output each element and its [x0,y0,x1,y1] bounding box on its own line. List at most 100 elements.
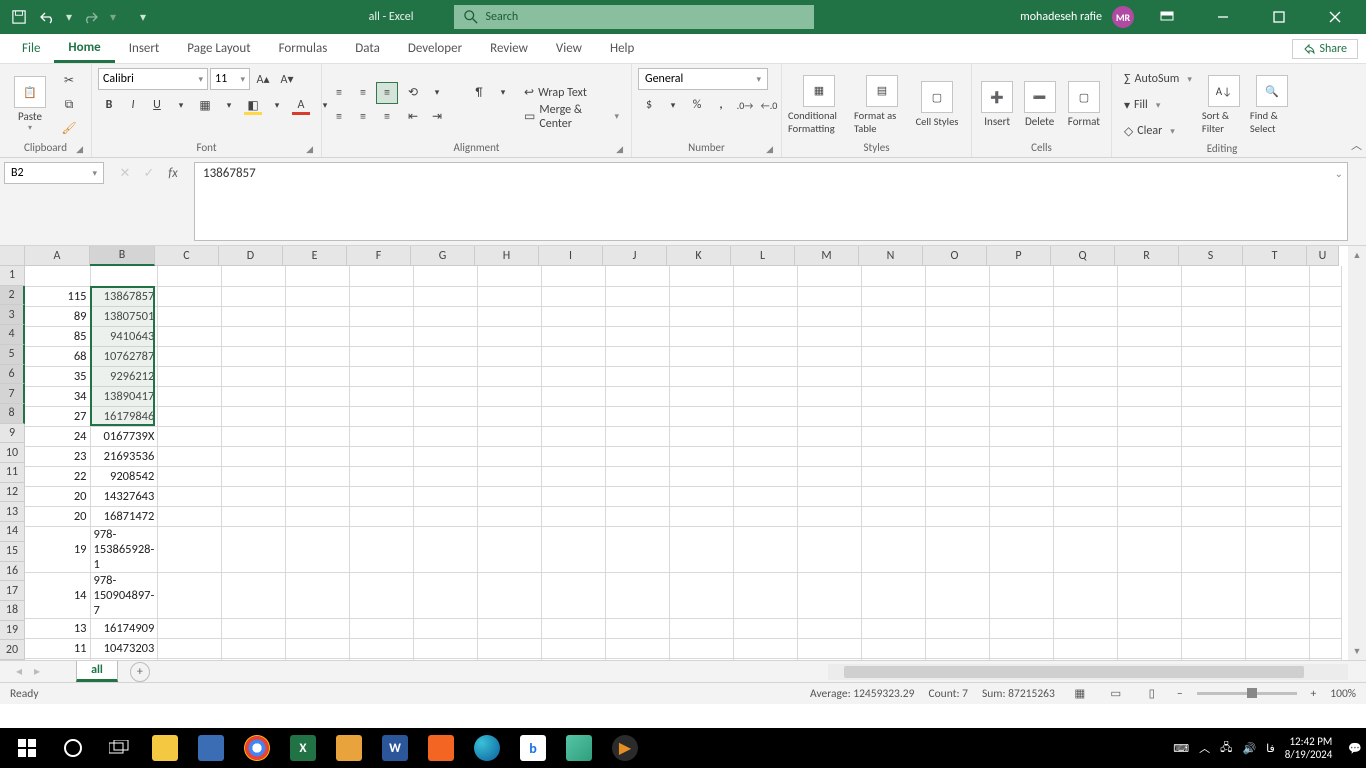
cell[interactable] [414,526,478,572]
cell[interactable] [1310,366,1342,386]
cell[interactable] [350,526,414,572]
cell[interactable]: 14327643 [90,486,158,506]
column-header-L[interactable]: L [731,246,795,266]
cell[interactable] [862,346,926,366]
taskbar-app3-icon[interactable] [418,728,464,768]
cell[interactable]: 13 [25,618,90,638]
cell[interactable] [90,266,158,286]
number-launcher-icon[interactable]: ◢ [766,144,773,155]
cell[interactable] [990,266,1054,286]
cell[interactable] [1054,266,1118,286]
cell[interactable] [862,326,926,346]
search-box[interactable]: Search [454,5,814,29]
cell[interactable] [1246,658,1310,660]
cell[interactable] [606,526,670,572]
cell[interactable] [1118,446,1182,466]
cell[interactable] [1182,526,1246,572]
cell[interactable] [734,658,798,660]
comma-format-icon[interactable]: , [710,94,732,116]
cell[interactable] [670,266,734,286]
cell[interactable] [158,286,222,306]
taskbar-app4-icon[interactable]: b [510,728,556,768]
cell[interactable] [1246,406,1310,426]
tab-home[interactable]: Home [54,34,114,63]
cell[interactable] [542,486,606,506]
cell[interactable] [926,658,990,660]
formula-bar-expand-icon[interactable]: ⌄ [1335,167,1343,180]
cell[interactable] [606,326,670,346]
cell[interactable]: 10473203 [90,638,158,658]
cell[interactable] [350,326,414,346]
cell[interactable]: 89 [25,306,90,326]
fill-button[interactable]: ▾Fill▾ [1118,94,1198,116]
align-middle-icon[interactable]: ≡ [352,82,374,104]
cell[interactable] [542,466,606,486]
cell[interactable] [286,618,350,638]
cell[interactable] [478,326,542,346]
cell[interactable] [542,638,606,658]
cell[interactable] [1118,466,1182,486]
cell[interactable] [1054,306,1118,326]
cell[interactable] [606,638,670,658]
insert-cells-button[interactable]: ➕Insert [978,72,1016,138]
cell[interactable] [926,286,990,306]
cell[interactable] [1246,446,1310,466]
cell[interactable] [670,638,734,658]
cell[interactable] [1054,426,1118,446]
cell[interactable] [1310,306,1342,326]
cell[interactable] [926,572,990,618]
vertical-scrollbar[interactable]: ▲ ▼ [1348,246,1366,660]
ribbon-display-icon[interactable] [1144,0,1190,34]
cell[interactable] [734,506,798,526]
cell[interactable] [926,526,990,572]
cell[interactable] [734,446,798,466]
save-icon[interactable] [8,6,30,28]
cell[interactable] [670,506,734,526]
cell[interactable] [414,366,478,386]
cell[interactable]: 10762787 [90,346,158,366]
cell[interactable] [862,618,926,638]
cell[interactable] [350,286,414,306]
cell[interactable] [286,406,350,426]
row-header[interactable]: 15 [0,542,25,562]
cell[interactable] [1182,266,1246,286]
cell[interactable] [414,572,478,618]
cell[interactable] [862,266,926,286]
increase-decimal-icon[interactable]: .0→ [734,94,756,116]
cell[interactable] [222,526,286,572]
zoom-slider[interactable] [1197,692,1297,695]
row-header[interactable]: 17 [0,581,25,601]
cell[interactable] [1118,406,1182,426]
cell[interactable] [1182,306,1246,326]
cell[interactable] [606,286,670,306]
column-header-R[interactable]: R [1115,246,1179,266]
cell[interactable] [478,426,542,446]
column-header-P[interactable]: P [987,246,1051,266]
cell[interactable] [606,346,670,366]
column-header-A[interactable]: A [25,246,90,266]
fill-color-dropdown-icon[interactable]: ▾ [266,94,288,116]
cell[interactable] [798,366,862,386]
cell[interactable] [990,386,1054,406]
cell[interactable] [1182,366,1246,386]
cell[interactable] [798,266,862,286]
copy-icon[interactable]: ⧉ [58,94,80,116]
cell[interactable]: 16871472 [90,506,158,526]
cell[interactable] [222,658,286,660]
cell[interactable] [222,406,286,426]
text-direction-dropdown-icon[interactable]: ▾ [492,82,514,104]
cell[interactable]: 9296212 [90,366,158,386]
cell[interactable] [926,466,990,486]
cell[interactable] [1118,326,1182,346]
cell[interactable] [286,486,350,506]
find-select-button[interactable]: 🔍Find & Select [1250,72,1294,138]
row-header[interactable]: 18 [0,601,25,621]
cell[interactable] [1054,446,1118,466]
cell[interactable] [1246,638,1310,658]
cell[interactable] [1118,266,1182,286]
underline-button[interactable]: U [146,94,168,116]
cell[interactable] [414,638,478,658]
cell[interactable] [1118,386,1182,406]
cell[interactable] [862,406,926,426]
cell[interactable] [606,366,670,386]
